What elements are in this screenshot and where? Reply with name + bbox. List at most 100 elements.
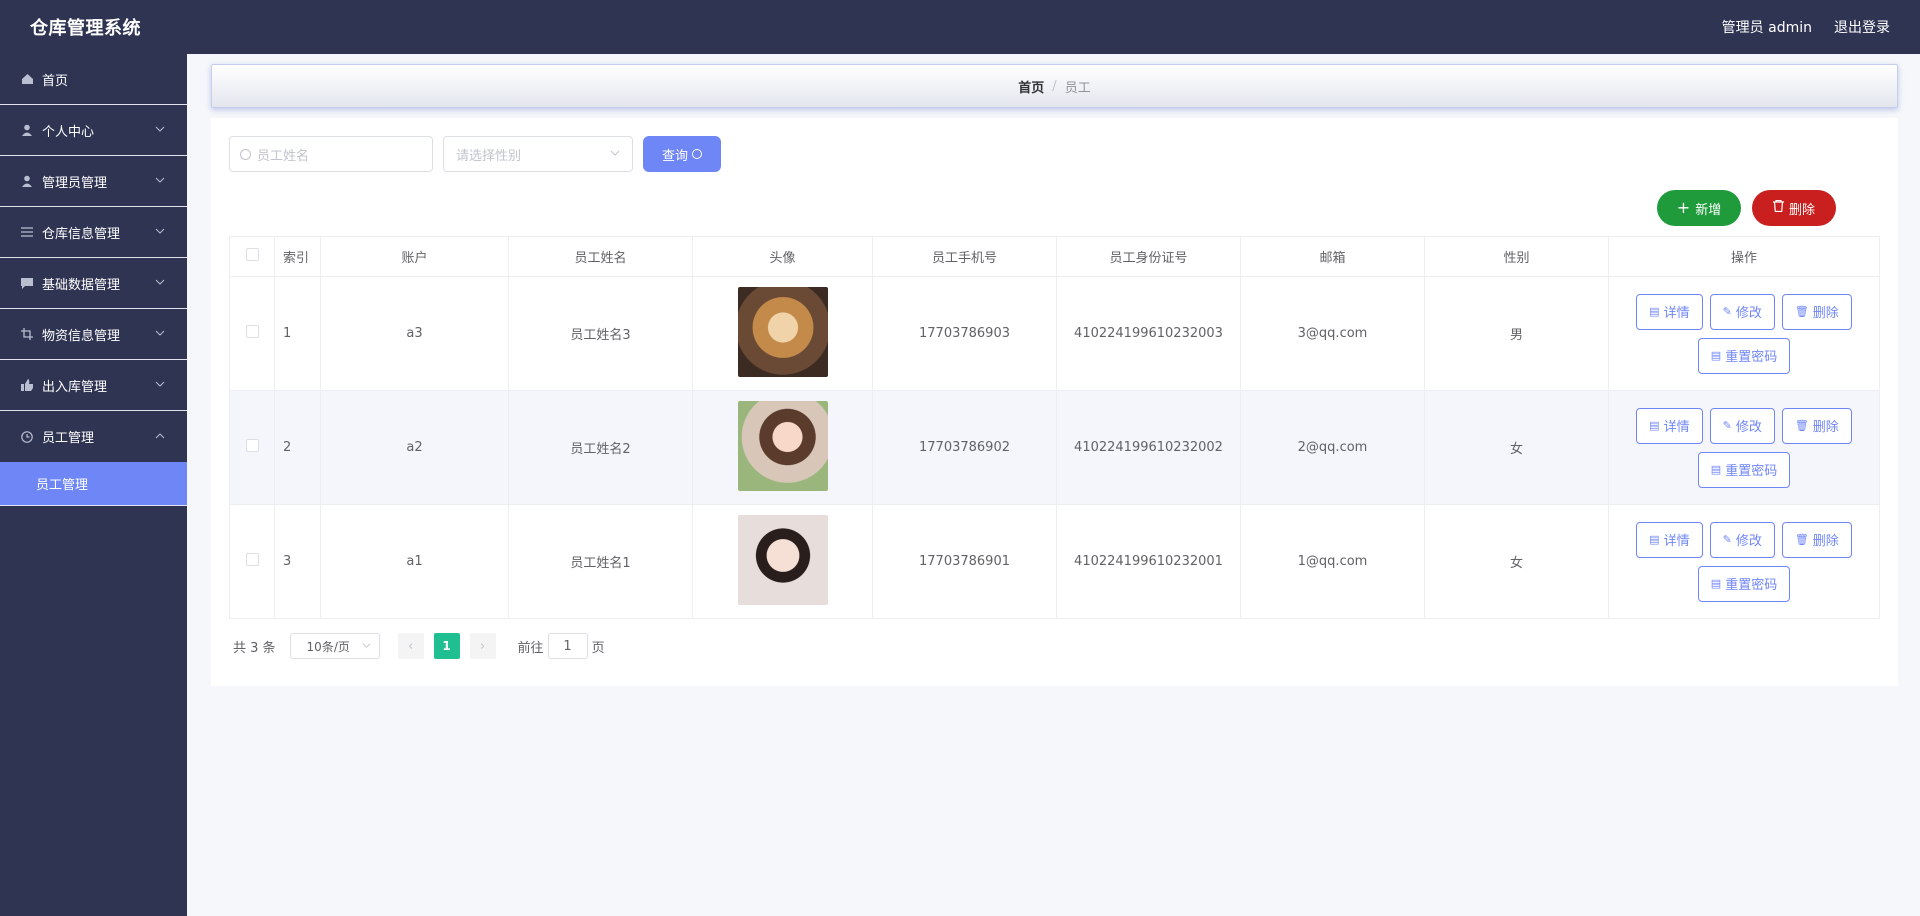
sidebar-item-stock-in-out[interactable]: 出入库管理 <box>0 360 187 411</box>
sidebar-subitem-staff-management[interactable]: 员工管理 <box>0 462 187 506</box>
staff-name-placeholder: 员工姓名 <box>257 148 310 164</box>
cell-account: a2 <box>320 390 509 505</box>
chevron-down-icon <box>155 124 167 136</box>
delete-button-label: 删除 <box>1788 202 1815 218</box>
top-bar: 仓库管理系统 管理员 admin 退出登录 <box>0 0 1920 54</box>
crop-icon <box>20 327 34 341</box>
row-delete-button[interactable]: 🗑 删除 <box>1781 521 1852 558</box>
pencil-icon: ✎ <box>1722 305 1732 318</box>
row-delete-button[interactable]: 🗑 删除 <box>1781 407 1852 444</box>
cell-id-number: 410224199610232001 <box>1056 504 1241 619</box>
goto-page-input[interactable]: 1 <box>547 633 588 659</box>
pencil-icon: ✎ <box>1722 533 1732 546</box>
prev-page-button[interactable]: ‹ <box>397 633 424 659</box>
row-operations-line: ▤ 详情 ✎ 修改 🗑 删除 <box>1636 521 1852 558</box>
detail-button[interactable]: ▤ 详情 <box>1636 521 1703 558</box>
edit-button[interactable]: ✎ 修改 <box>1709 521 1775 558</box>
select-all-checkbox-cell[interactable] <box>229 236 275 277</box>
sidebar-item-material-info[interactable]: 物资信息管理 <box>0 309 187 360</box>
add-button[interactable]: + 新增 <box>1657 190 1741 226</box>
search-icon <box>240 148 251 160</box>
cell-staff-name: 员工姓名3 <box>508 276 693 391</box>
list-icon <box>20 225 34 239</box>
page-size-value: 10条/页 <box>306 639 350 654</box>
sidebar-item-label: 首页 <box>42 73 69 89</box>
row-checkbox[interactable] <box>245 439 259 452</box>
row-checkbox-cell[interactable] <box>229 390 275 505</box>
sidebar-item-warehouse-info[interactable]: 仓库信息管理 <box>0 207 187 258</box>
reset-password-button[interactable]: ▤ 重置密码 <box>1697 337 1791 374</box>
detail-button-label: 详情 <box>1663 420 1690 435</box>
detail-button[interactable]: ▤ 详情 <box>1636 407 1703 444</box>
cell-id-number: 410224199610232003 <box>1056 276 1241 391</box>
row-checkbox-cell[interactable] <box>229 504 275 619</box>
row-delete-button-label: 删除 <box>1812 306 1839 321</box>
delete-button[interactable]: 删除 <box>1752 190 1836 226</box>
header-avatar: 头像 <box>692 236 873 277</box>
row-operations: ▤ 详情 ✎ 修改 🗑 删除 ▤ 重置密码 <box>1609 521 1879 602</box>
edit-button-label: 修改 <box>1735 534 1762 549</box>
staff-table: 索引 账户 员工姓名 头像 员工手机号 员工身份证号 邮箱 性别 操作 1 a3… <box>229 236 1880 619</box>
document-icon: ▤ <box>1649 305 1660 318</box>
page-number-button[interactable]: 1 <box>433 633 460 659</box>
cell-id-number: 410224199610232002 <box>1056 390 1241 505</box>
sidebar: 首页 个人中心 管理员管理 仓库信息管理 基础数据管理 物资信息管理 出入库管理… <box>0 54 187 916</box>
cell-operations: ▤ 详情 ✎ 修改 🗑 删除 ▤ 重置密码 <box>1608 504 1880 619</box>
user-icon <box>20 174 34 188</box>
sidebar-item-label: 出入库管理 <box>42 379 108 395</box>
row-checkbox-cell[interactable] <box>229 276 275 391</box>
chevron-down-icon <box>155 175 167 187</box>
cell-index: 1 <box>274 276 321 391</box>
row-delete-button[interactable]: 🗑 删除 <box>1781 293 1852 330</box>
breadcrumb-home[interactable]: 首页 <box>1018 77 1044 96</box>
search-icon <box>692 149 702 159</box>
chat-icon <box>20 276 34 290</box>
logout-button[interactable]: 退出登录 <box>1834 17 1890 37</box>
cell-phone: 17703786903 <box>872 276 1057 391</box>
sidebar-item-staff-management[interactable]: 员工管理 <box>0 411 187 462</box>
chevron-up-icon <box>155 431 167 443</box>
cell-staff-name: 员工姓名1 <box>508 504 693 619</box>
thumb-icon <box>20 378 34 392</box>
avatar[interactable] <box>737 286 828 377</box>
avatar[interactable] <box>737 400 828 491</box>
cell-operations: ▤ 详情 ✎ 修改 🗑 删除 ▤ 重置密码 <box>1608 276 1880 391</box>
edit-button[interactable]: ✎ 修改 <box>1709 407 1775 444</box>
page-size-select[interactable]: 10条/页 <box>289 633 380 659</box>
reset-password-button-label: 重置密码 <box>1725 578 1778 593</box>
plus-icon: + <box>1676 198 1691 217</box>
pagination-total: 共 3 条 <box>233 640 276 656</box>
cell-avatar <box>692 276 873 391</box>
cell-avatar <box>692 504 873 619</box>
admin-user-label[interactable]: 管理员 admin <box>1722 17 1812 37</box>
table-row: 1 a3 员工姓名3 17703786903 41022419961023200… <box>229 276 1880 391</box>
row-checkbox[interactable] <box>245 553 259 566</box>
reset-password-button-label: 重置密码 <box>1725 464 1778 479</box>
sidebar-item-base-data[interactable]: 基础数据管理 <box>0 258 187 309</box>
app-title: 仓库管理系统 <box>30 18 141 39</box>
gender-select[interactable]: 请选择性别 <box>443 136 633 172</box>
staff-name-input[interactable]: 员工姓名 <box>229 136 433 172</box>
chevron-down-icon <box>610 147 620 162</box>
sidebar-item-home[interactable]: 首页 <box>0 54 187 105</box>
chevron-down-icon <box>155 277 167 289</box>
main-content: 首页 / 员工 员工姓名 请选择性别 查询 + 新增 删除 索引 账户 员工姓名… <box>211 64 1898 686</box>
edit-button[interactable]: ✎ 修改 <box>1709 293 1775 330</box>
select-all-checkbox[interactable] <box>245 248 259 261</box>
reset-password-button[interactable]: ▤ 重置密码 <box>1697 451 1791 488</box>
chevron-left-icon: ‹ <box>407 638 414 654</box>
table-row: 2 a2 员工姓名2 17703786902 41022419961023200… <box>229 390 1880 505</box>
breadcrumb-separator: / <box>1052 78 1057 94</box>
sidebar-item-admin-management[interactable]: 管理员管理 <box>0 156 187 207</box>
next-page-button[interactable]: › <box>469 633 496 659</box>
cell-email: 3@qq.com <box>1240 276 1425 391</box>
query-button-label: 查询 <box>661 148 688 164</box>
sidebar-item-label: 管理员管理 <box>42 175 108 191</box>
sidebar-item-personal-center[interactable]: 个人中心 <box>0 105 187 156</box>
gender-select-placeholder: 请选择性别 <box>456 148 522 164</box>
row-checkbox[interactable] <box>245 325 259 338</box>
detail-button[interactable]: ▤ 详情 <box>1636 293 1703 330</box>
reset-password-button[interactable]: ▤ 重置密码 <box>1697 565 1791 602</box>
avatar[interactable] <box>737 514 828 605</box>
query-button[interactable]: 查询 <box>643 136 721 172</box>
